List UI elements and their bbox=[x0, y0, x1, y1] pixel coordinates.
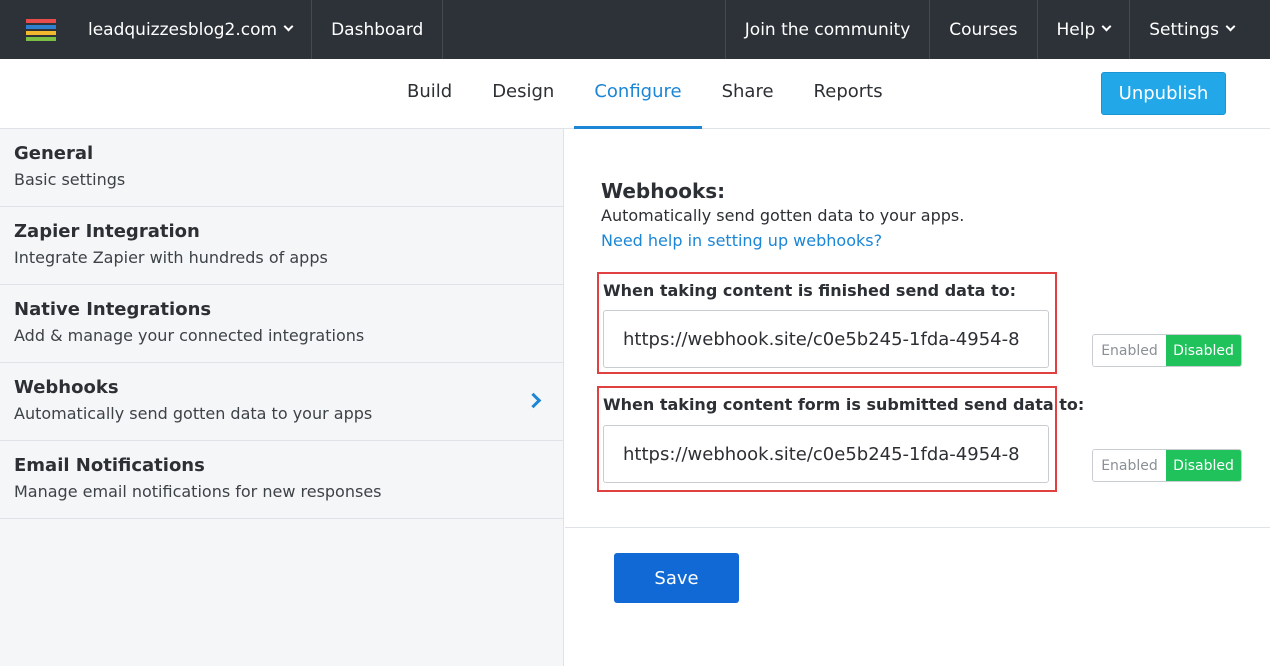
tab-configure[interactable]: Configure bbox=[574, 59, 702, 129]
nav-dashboard-label: Dashboard bbox=[331, 19, 424, 40]
section-title: Webhooks: bbox=[601, 179, 726, 203]
nav-join-community-label: Join the community bbox=[744, 19, 911, 40]
chevron-down-icon bbox=[283, 21, 294, 32]
site-name: leadquizzesblog2.com bbox=[88, 19, 278, 40]
sidebar-item-subtitle: Integrate Zapier with hundreds of apps bbox=[14, 248, 328, 267]
webhook-field-submitted: When taking content form is submitted se… bbox=[597, 386, 1084, 492]
divider bbox=[565, 527, 1270, 528]
sidebar-item-subtitle: Manage email notifications for new respo… bbox=[14, 482, 382, 501]
sidebar-item-native-integrations[interactable]: Native Integrations Add & manage your co… bbox=[0, 285, 563, 363]
sidebar-item-general[interactable]: General Basic settings bbox=[0, 129, 563, 207]
tab-list: Build Design Configure Share Reports bbox=[387, 59, 903, 129]
webhook-toggle-submitted: Enabled Disabled bbox=[1092, 449, 1242, 482]
field-label: When taking content is finished send dat… bbox=[603, 281, 1017, 300]
sidebar-item-title: Zapier Integration bbox=[14, 221, 200, 242]
sidebar-item-subtitle: Basic settings bbox=[14, 170, 126, 189]
tab-reports[interactable]: Reports bbox=[794, 59, 903, 129]
webhooks-panel: Webhooks: Automatically send gotten data… bbox=[565, 129, 1270, 666]
logo-icon bbox=[26, 18, 56, 41]
save-button[interactable]: Save bbox=[614, 553, 739, 603]
tab-build[interactable]: Build bbox=[387, 59, 472, 129]
nav-courses[interactable]: Courses bbox=[930, 0, 1038, 59]
webhook-toggle-finished: Enabled Disabled bbox=[1092, 334, 1242, 367]
webhook-url-input-submitted[interactable] bbox=[603, 425, 1049, 483]
configure-sidebar: General Basic settings Zapier Integratio… bbox=[0, 129, 564, 666]
editor-tab-bar: Build Design Configure Share Reports Unp… bbox=[0, 59, 1270, 129]
sidebar-item-subtitle: Automatically send gotten data to your a… bbox=[14, 404, 373, 423]
disabled-toggle-option[interactable]: Disabled bbox=[1166, 335, 1241, 366]
top-navbar: leadquizzesblog2.com Dashboard Join the … bbox=[0, 0, 1270, 59]
nav-spacer bbox=[443, 0, 726, 59]
chevron-down-icon bbox=[1101, 21, 1112, 32]
sidebar-item-title: Email Notifications bbox=[14, 455, 205, 476]
sidebar-item-subtitle: Add & manage your connected integrations bbox=[14, 326, 365, 345]
nav-settings[interactable]: Settings bbox=[1130, 0, 1270, 59]
chevron-down-icon bbox=[1225, 21, 1236, 32]
tab-share[interactable]: Share bbox=[702, 59, 794, 129]
section-description: Automatically send gotten data to your a… bbox=[601, 206, 965, 225]
app-logo[interactable] bbox=[0, 0, 82, 59]
nav-help-label: Help bbox=[1056, 19, 1096, 40]
enabled-toggle-option[interactable]: Enabled bbox=[1093, 450, 1166, 481]
site-selector[interactable]: leadquizzesblog2.com bbox=[82, 0, 313, 59]
webhooks-help-link[interactable]: Need help in setting up webhooks? bbox=[601, 231, 882, 250]
sidebar-item-zapier[interactable]: Zapier Integration Integrate Zapier with… bbox=[0, 207, 563, 285]
sidebar-item-title: Webhooks bbox=[14, 377, 119, 398]
sidebar-item-title: General bbox=[14, 143, 94, 164]
field-label: When taking content form is submitted se… bbox=[603, 395, 1085, 414]
webhook-url-input-finished[interactable] bbox=[603, 310, 1049, 368]
sidebar-item-webhooks[interactable]: Webhooks Automatically send gotten data … bbox=[0, 363, 563, 441]
enabled-toggle-option[interactable]: Enabled bbox=[1093, 335, 1166, 366]
disabled-toggle-option[interactable]: Disabled bbox=[1166, 450, 1241, 481]
sidebar-item-title: Native Integrations bbox=[14, 299, 212, 320]
unpublish-button[interactable]: Unpublish bbox=[1101, 72, 1226, 115]
nav-dashboard[interactable]: Dashboard bbox=[312, 0, 444, 59]
tab-design[interactable]: Design bbox=[472, 59, 574, 129]
nav-settings-label: Settings bbox=[1149, 19, 1219, 40]
sidebar-item-email-notifications[interactable]: Email Notifications Manage email notific… bbox=[0, 441, 563, 519]
webhook-field-finished: When taking content is finished send dat… bbox=[597, 272, 1057, 374]
nav-join-community[interactable]: Join the community bbox=[726, 0, 931, 59]
nav-help[interactable]: Help bbox=[1038, 0, 1131, 59]
nav-courses-label: Courses bbox=[949, 19, 1018, 40]
